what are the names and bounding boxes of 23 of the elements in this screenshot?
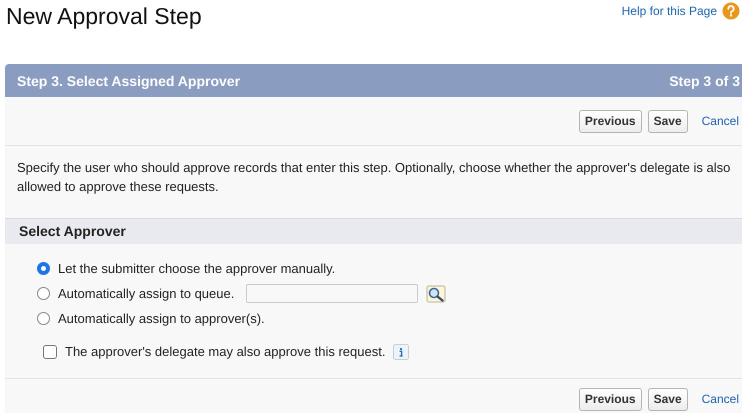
step-button[interactable]: Previous <box>578 110 642 132</box>
info-icon[interactable] <box>393 344 410 360</box>
step-button[interactable]: Previous <box>578 388 642 410</box>
help-icon[interactable] <box>722 2 740 20</box>
lookup-icon[interactable] <box>426 284 446 302</box>
option-label: Let the submitter choose the approver manually. <box>58 261 336 276</box>
option-label: Automatically assign to queue. <box>58 286 234 301</box>
step-title: Step 3. Select Assigned Approver <box>17 72 240 88</box>
step-button[interactable]: Save <box>648 110 688 132</box>
checkbox[interactable] <box>43 344 57 358</box>
radio-button[interactable] <box>37 287 50 300</box>
section-header: Select Approver <box>5 218 742 244</box>
radio-button[interactable] <box>37 262 50 275</box>
checkbox-label: The approver's delegate may also approve this request. <box>65 344 386 359</box>
radio-button[interactable] <box>37 312 50 325</box>
option-label: Automatically assign to approver(s). <box>58 311 265 326</box>
cancel-link[interactable]: Cancel <box>702 392 739 406</box>
cancel-link[interactable]: Cancel <box>702 114 739 128</box>
step-button[interactable]: Save <box>648 388 688 410</box>
help-link[interactable]: Help for this Page <box>622 4 717 18</box>
queue-field[interactable] <box>246 284 418 303</box>
page-title: New Approval Step <box>6 3 202 30</box>
description-text: Specify the user who should approve records that enter this step. Optionally, choose whether the approver's delegate is also allowed to approve these requests. <box>16 159 732 196</box>
